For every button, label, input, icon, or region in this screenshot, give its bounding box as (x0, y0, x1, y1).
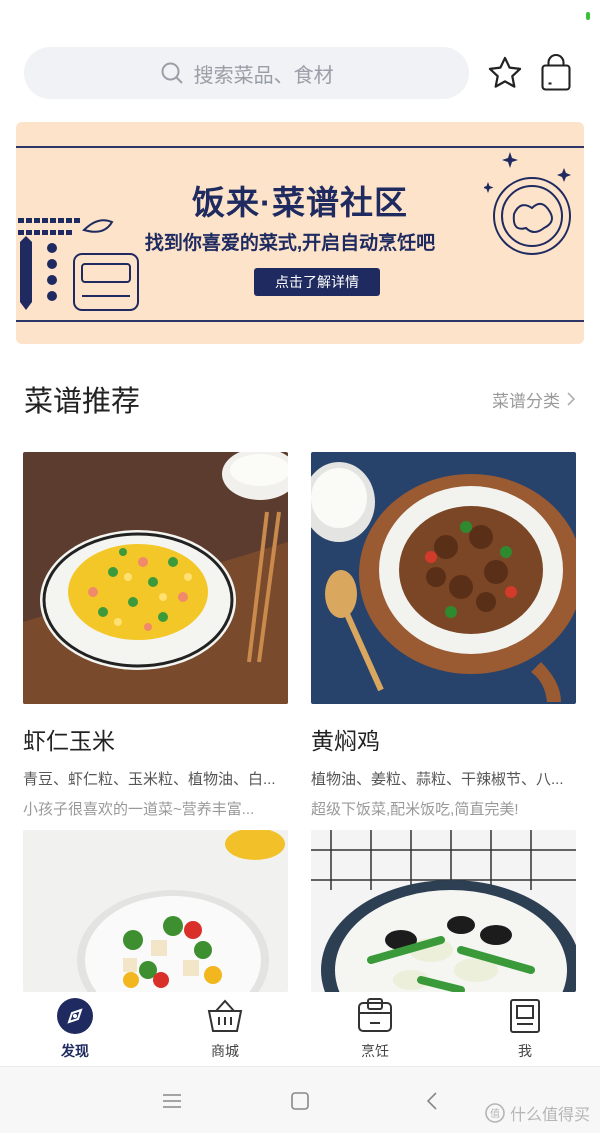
star-icon (488, 56, 522, 88)
nav-item-me[interactable]: 我 (465, 997, 585, 1061)
recipe-card[interactable]: 虾仁玉米 青豆、虾仁粒、玉米粒、植物油、白... 小孩子很喜欢的一道菜~营养丰富… (23, 452, 288, 819)
recipe-card[interactable] (311, 830, 576, 992)
recipe-photo (23, 830, 288, 992)
search-icon (161, 62, 183, 84)
section-header: 菜谱推荐 菜谱分类 (24, 378, 576, 420)
recipe-name: 虾仁玉米 (23, 728, 115, 754)
home-square-icon (291, 1092, 309, 1110)
recipe-category-link[interactable]: 菜谱分类 (492, 387, 576, 412)
shopping-bag-button[interactable] (537, 53, 576, 93)
watermark-text: 什么值得买 (509, 1107, 590, 1124)
favorites-button[interactable] (485, 53, 524, 93)
search-placeholder: 搜索菜品、食材 (193, 64, 334, 87)
back-chevron-icon (426, 1092, 437, 1110)
recipe-category-label: 菜谱分类 (492, 391, 560, 411)
nav-item-discover[interactable]: 发现 (15, 997, 135, 1061)
watermark: 值 什么值得买 (484, 1101, 590, 1125)
basket-icon (207, 999, 243, 1032)
nav-item-cooking[interactable]: 烹饪 (315, 997, 435, 1061)
recipe-card[interactable] (23, 830, 288, 992)
nav-label: 商城 (211, 1043, 239, 1059)
status-indicator (586, 12, 590, 20)
home-button[interactable] (290, 1091, 310, 1111)
nav-item-shop[interactable]: 商城 (165, 997, 285, 1061)
nav-label: 发现 (61, 1043, 89, 1059)
menu-button[interactable] (162, 1091, 182, 1111)
banner-bottom-rule (16, 320, 584, 322)
search-input[interactable]: 搜索菜品、食材 (24, 47, 470, 99)
recipe-photo (23, 452, 288, 704)
shopping-bag-icon (541, 54, 571, 91)
svg-text:值: 值 (490, 1107, 500, 1120)
recipe-name: 黄焖鸡 (311, 728, 380, 754)
banner-title: 饭来·菜谱社区 (192, 184, 408, 221)
recipe-photo (311, 830, 576, 992)
kitchen-illustration-icon (18, 218, 139, 311)
chevron-right-icon (567, 392, 576, 406)
recipe-photo (311, 452, 576, 704)
smzdm-logo-icon: 值 (485, 1103, 505, 1123)
back-button[interactable] (422, 1091, 442, 1111)
banner-top-rule (16, 146, 584, 148)
banner-details-button[interactable]: 点击了解详情 (254, 268, 380, 296)
banner-subtitle: 找到你喜爱的菜式,开启自动烹饪吧 (144, 233, 436, 254)
bottom-navigation: 发现 商城 烹饪 我 (0, 992, 600, 1066)
section-title: 菜谱推荐 (24, 386, 141, 418)
nav-label: 我 (518, 1043, 532, 1059)
profile-icon (510, 999, 540, 1033)
recipe-description: 小孩子很喜欢的一道菜~营养丰富... (23, 801, 255, 818)
cooker-icon (358, 998, 392, 1032)
recipe-card[interactable]: 黄焖鸡 植物油、姜粒、蒜粒、干辣椒节、八... 超级下饭菜,配米饭吃,简直完美! (311, 452, 576, 819)
menu-icon (163, 1094, 181, 1108)
promo-banner[interactable]: 饭来·菜谱社区 找到你喜爱的菜式,开启自动烹饪吧 点击了解详情 (16, 122, 584, 344)
compass-icon (57, 998, 93, 1034)
top-bar: 搜索菜品、食材 (24, 46, 576, 100)
recipe-description: 超级下饭菜,配米饭吃,简直完美! (311, 801, 519, 818)
recipe-ingredients: 植物油、姜粒、蒜粒、干辣椒节、八... (311, 771, 564, 788)
nav-label: 烹饪 (361, 1043, 389, 1059)
recipe-ingredients: 青豆、虾仁粒、玉米粒、植物油、白... (23, 771, 276, 788)
system-navigation-bar: 值 什么值得买 (0, 1066, 600, 1133)
